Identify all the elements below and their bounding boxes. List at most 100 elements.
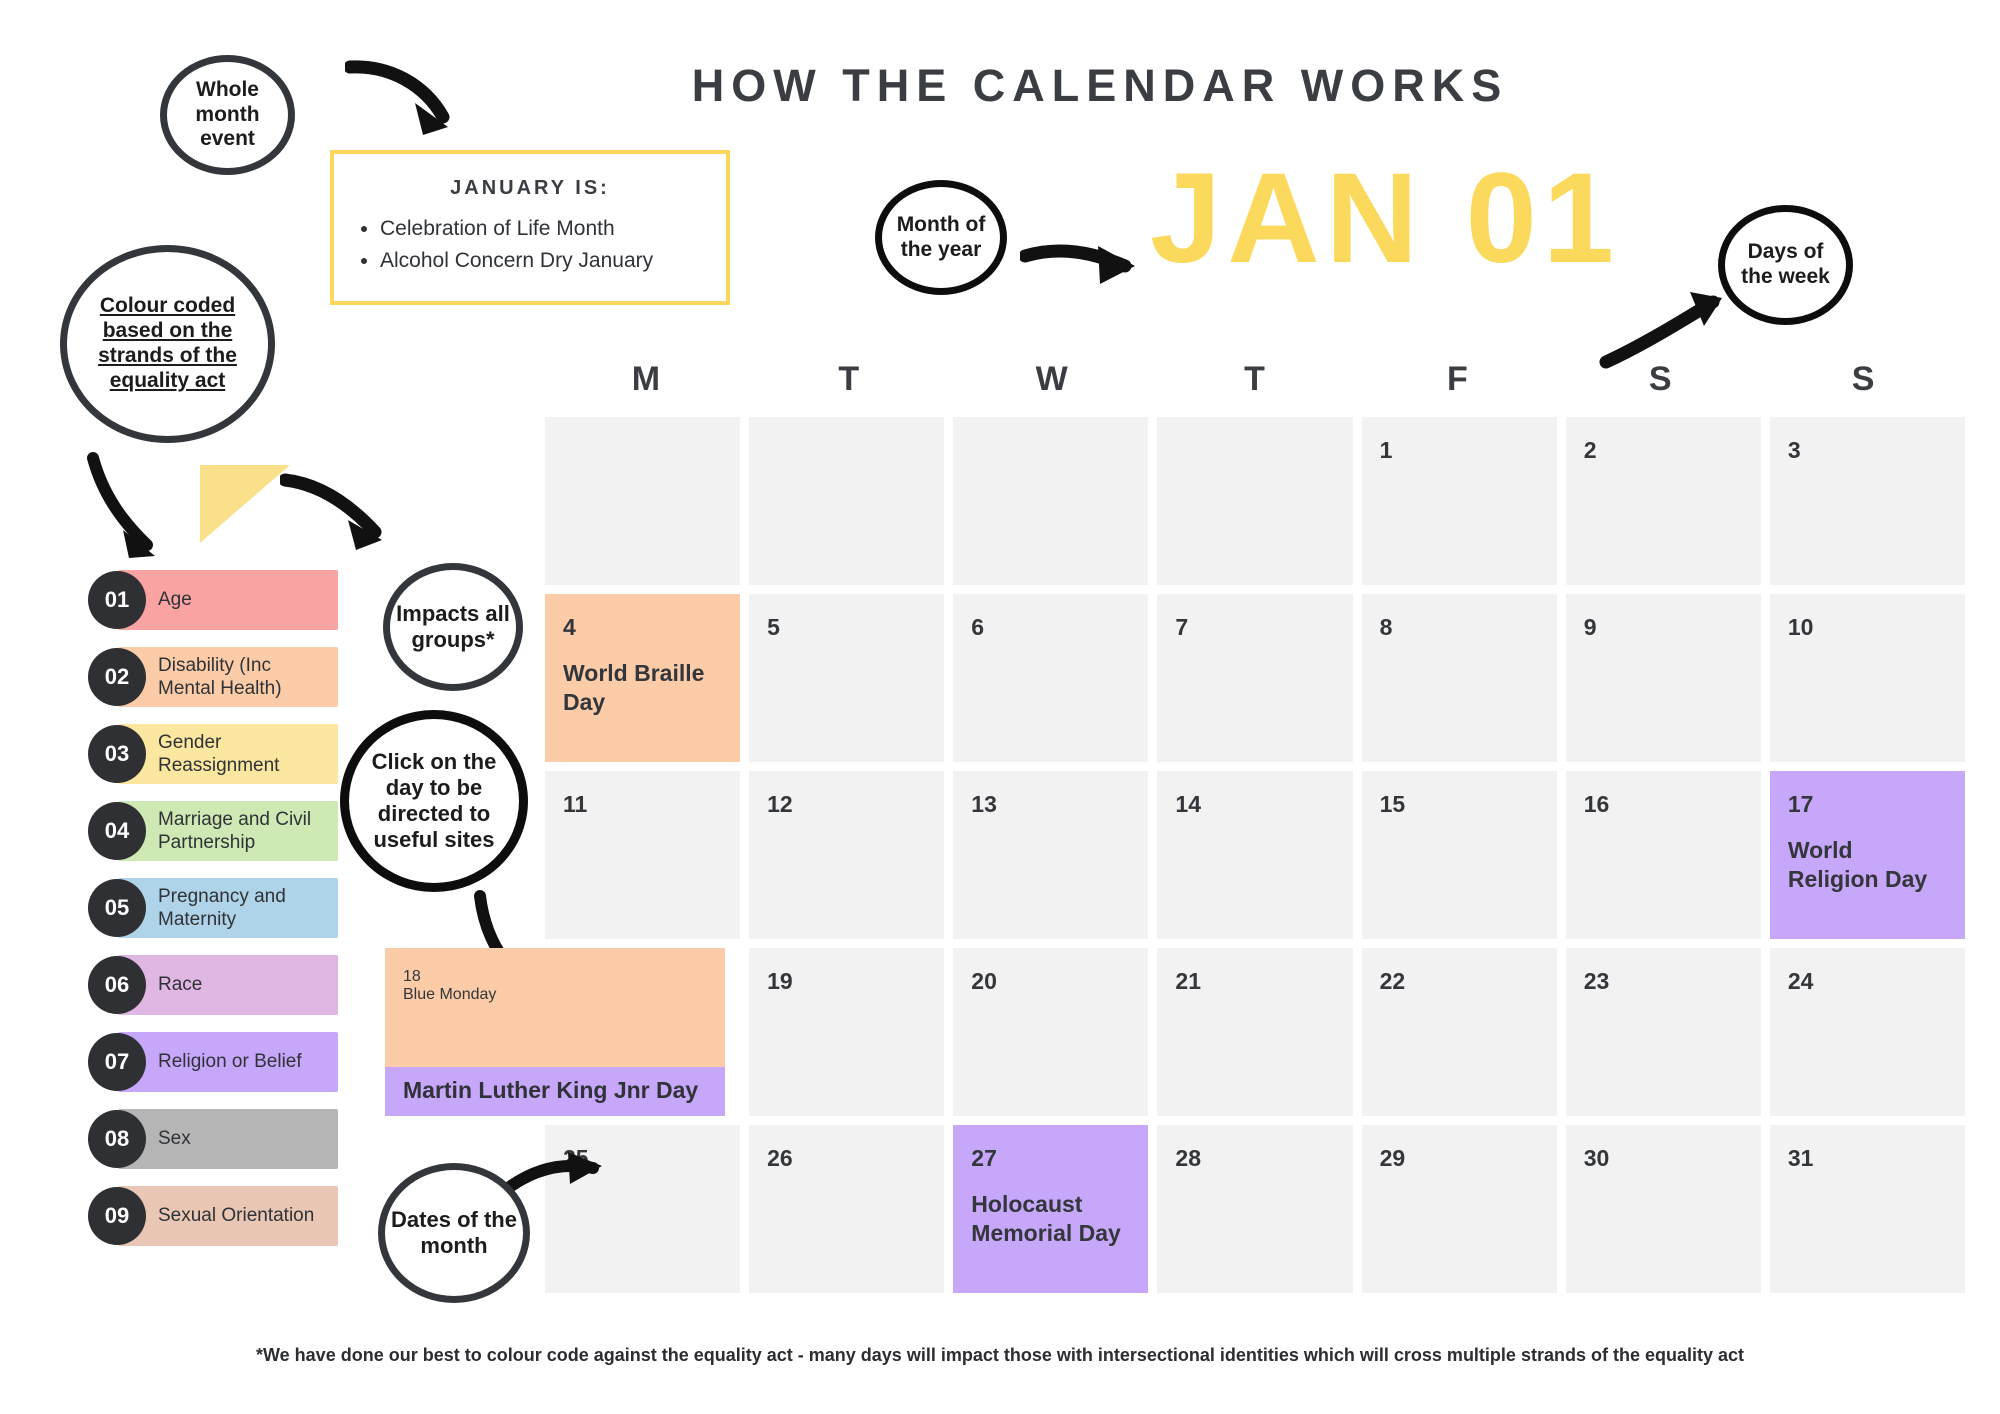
calendar-cell-5: 5 — [749, 594, 945, 762]
calendar-cell-16: 16 — [1565, 771, 1761, 939]
calendar-cell-30: 30 — [1565, 1125, 1761, 1293]
legend-label: Sex — [158, 1128, 191, 1150]
calendar-cell-29: 29 — [1361, 1125, 1557, 1293]
calendar-cell-body[interactable]: 18 Blue Monday Martin Luther King Jnr Day — [385, 948, 725, 1116]
arrow-whole-month-event — [345, 60, 450, 135]
calendar-cell-18[interactable]: 18 Blue Monday Martin Luther King Jnr Day — [385, 948, 740, 1116]
annotation-text: Month of the year — [896, 212, 986, 261]
date-number: 31 — [1787, 1145, 1814, 1171]
legend-label: Gender Reassignment — [158, 731, 280, 776]
calendar-cell-empty — [749, 417, 945, 585]
list-item: Celebration of Life Month — [380, 214, 726, 244]
calendar-cell-26: 26 — [749, 1125, 945, 1293]
date-number: 8 — [1379, 614, 1393, 640]
legend-number: 02 — [88, 648, 146, 706]
calendar-cell-7: 7 — [1157, 594, 1353, 762]
date-number: 17 — [1787, 791, 1814, 817]
arrow-impacts-all-groups — [280, 473, 382, 550]
event-label[interactable]: Blue Monday — [403, 986, 707, 1004]
yellow-triangle-decoration — [200, 465, 290, 543]
day-header-1: T — [838, 360, 861, 398]
annotation-click-on-the-day: Click on the day to be directed to usefu… — [340, 710, 528, 892]
calendar-cell-8: 8 — [1361, 594, 1557, 762]
legend-label: Religion or Belief — [158, 1051, 302, 1073]
calendar-day-headers: MTWTFSS — [545, 360, 1965, 399]
calendar-cell-17[interactable]: 17 World Religion Day — [1769, 771, 1965, 939]
legend-item-01: 01 Age — [88, 570, 338, 630]
legend-number: 01 — [88, 571, 146, 629]
equality-strands-legend: 01 Age 02 Disability (Inc Mental Health) 03 G… — [88, 570, 338, 1263]
date-number: 27 — [971, 1145, 997, 1171]
date-number: 2 — [1583, 437, 1597, 463]
legend-label: Disability (Inc Mental Health) — [158, 654, 282, 699]
date-number: 23 — [1583, 968, 1610, 994]
date-number: 6 — [971, 614, 985, 640]
date-number: 15 — [1379, 791, 1406, 817]
calendar-cell-4[interactable]: 4 World Braille Day — [545, 594, 741, 762]
legend-number: 04 — [88, 802, 146, 860]
calendar-cell-6: 6 — [953, 594, 1149, 762]
legend-item-06: 06 Race — [88, 955, 338, 1015]
event-label[interactable]: World Braille Day — [563, 659, 722, 718]
annotation-text: Colour coded based on the strands of the… — [98, 294, 237, 392]
date-number: 12 — [767, 791, 793, 817]
date-number: 21 — [1175, 968, 1202, 994]
annotation-dates-of-the-month: Dates of the month — [378, 1163, 530, 1303]
date-number: 18 — [403, 968, 421, 985]
date-number: 3 — [1787, 437, 1801, 463]
legend-item-08: 08 Sex — [88, 1109, 338, 1169]
day-header-3: T — [1244, 360, 1266, 398]
calendar-cell-21: 21 — [1157, 948, 1353, 1116]
annotation-text: Impacts all groups* — [396, 601, 510, 652]
january-is-list: Celebration of Life Month Alcohol Concer… — [334, 214, 726, 277]
legend-item-07: 07 Religion or Belief — [88, 1032, 338, 1092]
date-number: 20 — [971, 968, 997, 994]
day-header-2: W — [1035, 360, 1069, 398]
annotation-colour-coded: Colour coded based on the strands of the… — [60, 245, 275, 443]
calendar-cell-3: 3 — [1769, 417, 1965, 585]
calendar-cell-2: 2 — [1565, 417, 1761, 585]
legend-label: Age — [158, 589, 192, 611]
annotation-days-of-the-week: Days of the week — [1718, 205, 1853, 325]
calendar-cell-27[interactable]: 27 Holocaust Memorial Day — [953, 1125, 1149, 1293]
calendar-cell-12: 12 — [749, 771, 945, 939]
legend-label: Pregnancy and Maternity — [158, 885, 286, 930]
annotation-text: Click on the day to be directed to usefu… — [371, 749, 497, 852]
date-number: 28 — [1175, 1145, 1202, 1171]
date-number: 1 — [1379, 437, 1393, 463]
calendar-cell-empty — [545, 417, 741, 585]
date-number: 22 — [1379, 968, 1406, 994]
event-label[interactable]: Holocaust Memorial Day — [971, 1190, 1130, 1249]
day-header-0: M — [631, 360, 662, 398]
arrow-days-of-the-week — [1599, 292, 1722, 369]
arrow-colour-coded — [87, 452, 155, 558]
annotation-text: Dates of the month — [391, 1207, 517, 1258]
day-header-6: S — [1851, 360, 1876, 398]
date-number: 5 — [767, 614, 780, 640]
legend-label: Sexual Orientation — [158, 1205, 315, 1227]
event-label-secondary[interactable]: Martin Luther King Jnr Day — [385, 1067, 725, 1116]
month-label: JAN 01 — [1150, 147, 1620, 290]
calendar-cell-9: 9 — [1565, 594, 1761, 762]
date-number: 19 — [767, 968, 793, 994]
event-label[interactable]: World Religion Day — [1788, 836, 1947, 895]
calendar-cell-1: 1 — [1361, 417, 1557, 585]
calendar-cell-empty — [953, 417, 1149, 585]
calendar-cell-13: 13 — [953, 771, 1149, 939]
legend-number: 03 — [88, 725, 146, 783]
january-is-box: JANUARY IS: Celebration of Life Month Al… — [330, 150, 730, 305]
date-number: 26 — [767, 1145, 793, 1171]
legend-number: 09 — [88, 1187, 146, 1245]
date-number: 4 — [563, 614, 576, 640]
calendar-cell-15: 15 — [1361, 771, 1557, 939]
annotation-whole-month-event: Whole month event — [160, 55, 295, 175]
legend-number: 05 — [88, 879, 146, 937]
legend-item-05: 05 Pregnancy and Maternity — [88, 878, 338, 938]
date-number: 29 — [1379, 1145, 1406, 1171]
calendar-cell-20: 20 — [953, 948, 1149, 1116]
annotation-text: Days of the week — [1741, 240, 1830, 288]
calendar-cell-14: 14 — [1157, 771, 1353, 939]
legend-item-03: 03 Gender Reassignment — [88, 724, 338, 784]
legend-number: 06 — [88, 956, 146, 1014]
date-number: 10 — [1787, 614, 1814, 640]
